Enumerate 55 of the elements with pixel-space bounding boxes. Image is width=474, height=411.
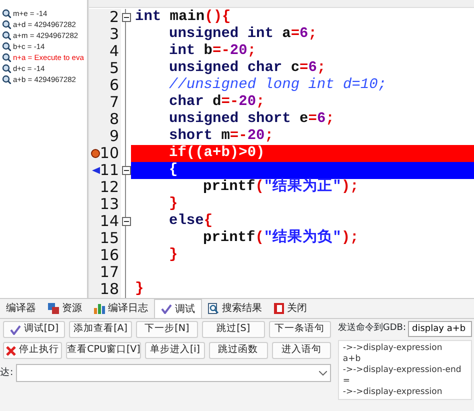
debug-button[interactable]: 调试[D]	[3, 321, 66, 338]
code-line: }	[135, 280, 144, 299]
cross-icon	[6, 346, 16, 356]
debug-button[interactable]: 单步进入[i]	[145, 342, 205, 359]
gdb-command-label: 发送命令到GDB:	[338, 322, 406, 336]
check-icon	[161, 304, 172, 314]
code-line: //unsigned long int d=10;	[169, 76, 387, 94]
debug-button[interactable]: 跳过[S]	[202, 321, 264, 338]
panel-tab[interactable]: 编译日志	[88, 299, 154, 318]
debug-button[interactable]: 添加查看[A]	[69, 321, 132, 338]
code-line: {	[169, 160, 178, 180]
output-line: ->->display-expression	[342, 387, 444, 398]
output-line: ->->display-expression	[342, 343, 444, 354]
panel-tab[interactable]: 资源	[42, 299, 88, 318]
check-icon	[10, 324, 21, 334]
expression-label: 达:	[0, 366, 14, 380]
panel-tab[interactable]: 调试	[154, 299, 202, 318]
magnifier-icon	[2, 20, 11, 29]
code-line: unsigned short e=6;	[169, 110, 334, 128]
magnifier-icon	[2, 64, 11, 73]
debug-button[interactable]: 进入语句	[272, 342, 331, 359]
magnifier-icon	[2, 53, 11, 62]
output-line: ->->display-expression-end	[342, 365, 462, 376]
code-line: printf("结果为负");	[203, 228, 359, 248]
debug-button[interactable]: 跳过函数	[208, 342, 268, 359]
output-line: a+b	[342, 354, 362, 365]
code-line: }	[169, 194, 178, 214]
code-line: short m=-20;	[169, 126, 274, 145]
panel-tab[interactable]: 关闭	[268, 299, 313, 318]
code-line: unsigned int a=6;	[169, 24, 317, 44]
code-line: }	[169, 246, 178, 265]
magnifier-icon	[2, 31, 11, 40]
magnifier-icon	[2, 75, 11, 84]
bar-chart-icon	[94, 303, 105, 314]
magnifier-icon	[2, 9, 11, 18]
gdb-command-field[interactable]: display a+b	[408, 321, 472, 337]
close-document-icon	[274, 303, 284, 314]
panel-tab[interactable]: 编译器	[0, 299, 42, 318]
debug-button[interactable]: 查看CPU窗口[V]	[66, 342, 142, 359]
code-line: else{	[169, 212, 213, 230]
code-line: char d=-20;	[169, 92, 265, 112]
code-line: int main(){	[135, 8, 231, 26]
code-line: unsigned char c=6;	[169, 58, 326, 78]
code-line: printf("结果为正");	[203, 176, 359, 197]
output-line: =	[342, 376, 351, 387]
debug-button[interactable]: 下一条语句	[268, 321, 331, 338]
boxes-icon	[48, 303, 59, 314]
code-line: int b=-20;	[169, 42, 256, 60]
expression-dropdown[interactable]	[16, 364, 331, 382]
panel-tab[interactable]: 搜索结果	[202, 299, 268, 318]
debug-button[interactable]: 下一步[N]	[136, 321, 198, 338]
search-icon	[208, 303, 219, 314]
code-line: if((a+b)>0)	[169, 144, 265, 162]
debug-button[interactable]: 停止执行	[3, 342, 62, 359]
magnifier-icon	[2, 42, 11, 51]
